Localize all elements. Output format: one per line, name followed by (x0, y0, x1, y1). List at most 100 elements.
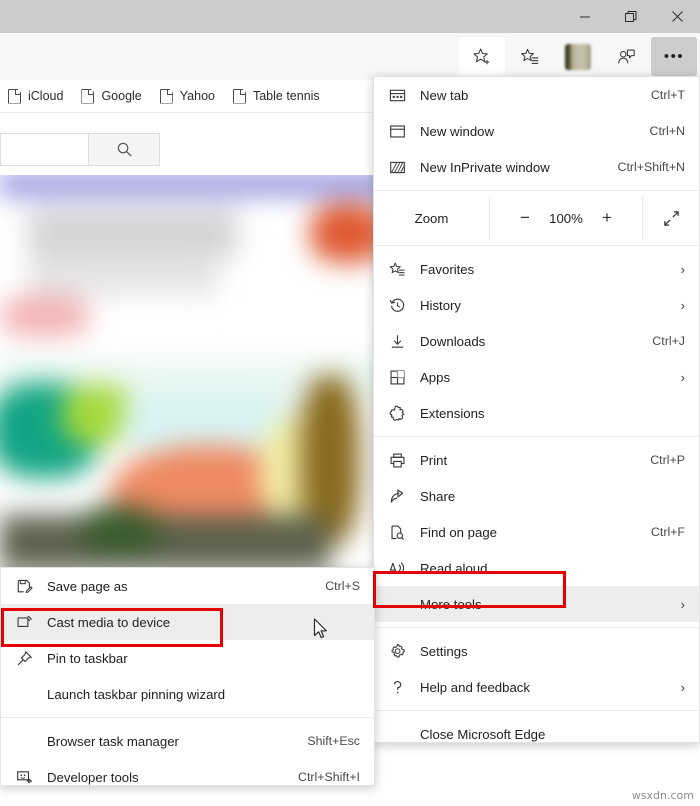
chevron-right-icon: › (680, 261, 685, 277)
bookmark-label: Google (101, 89, 142, 103)
devtools-icon (1, 769, 47, 786)
find-icon (374, 524, 420, 541)
favorite-star-icon[interactable] (459, 37, 505, 76)
bookmark-label: Yahoo (179, 89, 215, 103)
chevron-right-icon: › (680, 679, 685, 695)
bookmark-table-tennis[interactable]: Table tennis (233, 88, 320, 104)
fullscreen-button[interactable] (643, 210, 699, 227)
minimize-button[interactable] (562, 0, 608, 33)
bookmark-label: Table tennis (252, 89, 320, 103)
new-window-icon (374, 123, 420, 140)
share-icon (374, 488, 420, 505)
menu-item-label: Save page as (47, 578, 128, 594)
menu-item-apps[interactable]: Apps › (374, 359, 699, 395)
menu-item-pin-to-taskbar[interactable]: Pin to taskbar (1, 640, 374, 676)
page-icon (8, 88, 21, 104)
menu-separator (374, 710, 699, 711)
menu-item-shortcut: Ctrl+Shift+N (617, 160, 685, 174)
zoom-value: 100% (549, 210, 583, 226)
gear-icon (374, 643, 420, 660)
favorites-icon (374, 261, 420, 278)
menu-separator (374, 627, 699, 628)
extensions-icon (374, 404, 420, 422)
bookmark-icloud[interactable]: iCloud (8, 88, 64, 104)
restore-button[interactable] (608, 0, 654, 33)
zoom-label: Zoom (414, 210, 449, 226)
menu-item-find-on-page[interactable]: Find on page Ctrl+F (374, 514, 699, 550)
fullscreen-icon (663, 210, 679, 226)
downloads-icon (374, 333, 420, 350)
mouse-cursor (313, 618, 331, 642)
zoom-out-button[interactable]: − (506, 208, 544, 228)
menu-item-label: Share (420, 488, 456, 504)
menu-item-help-and-feedback[interactable]: Help and feedback › (374, 669, 699, 705)
avatar-image (565, 43, 591, 70)
menu-item-label: Apps (420, 369, 451, 385)
menu-item-share[interactable]: Share (374, 478, 699, 514)
menu-item-settings[interactable]: Settings (374, 633, 699, 669)
menu-item-read-aloud[interactable]: Read aloud (374, 550, 699, 586)
read-aloud-icon (374, 560, 420, 577)
bookmark-label: iCloud (28, 89, 64, 103)
menu-item-shortcut: Ctrl+J (652, 334, 685, 348)
menu-item-close-microsoft-edge[interactable]: Close Microsoft Edge (374, 716, 699, 752)
page-search-row (0, 130, 375, 168)
menu-separator (374, 436, 699, 437)
search-icon (117, 142, 132, 157)
title-bar (0, 0, 700, 33)
menu-item-new-window[interactable]: New window Ctrl+N (374, 113, 699, 149)
print-icon (374, 452, 420, 469)
close-button[interactable] (654, 0, 700, 33)
menu-item-more-tools[interactable]: More tools › (374, 586, 699, 622)
menu-item-new-tab[interactable]: New tab Ctrl+T (374, 77, 699, 113)
profile-avatar[interactable] (555, 37, 601, 76)
menu-item-new-inprivate-window[interactable]: New InPrivate window Ctrl+Shift+N (374, 149, 699, 185)
menu-item-label: Close Microsoft Edge (420, 726, 546, 742)
collections-icon[interactable] (603, 37, 649, 76)
menu-item-label: New window (420, 123, 495, 139)
page-icon (160, 88, 173, 104)
menu-item-label: Help and feedback (420, 679, 530, 695)
menu-item-favorites[interactable]: Favorites › (374, 251, 699, 287)
menu-item-print[interactable]: Print Ctrl+P (374, 442, 699, 478)
menu-separator (1, 717, 374, 718)
search-input[interactable] (0, 132, 88, 166)
zoom-controls: − 100% + (490, 196, 642, 240)
favorites-list-icon[interactable] (507, 37, 553, 76)
blur-canvas (0, 175, 380, 625)
menu-item-save-page-as[interactable]: Save page as Ctrl+S (1, 568, 374, 604)
menu-item-label: Read aloud (420, 560, 488, 576)
menu-item-extensions[interactable]: Extensions (374, 395, 699, 431)
cast-icon (1, 614, 47, 631)
menu-item-shortcut: Ctrl+P (650, 453, 685, 467)
menu-separator (374, 245, 699, 246)
menu-item-zoom: Zoom − 100% + (374, 196, 699, 240)
menu-item-downloads[interactable]: Downloads Ctrl+J (374, 323, 699, 359)
menu-item-label: Find on page (420, 524, 497, 540)
menu-item-browser-task-manager[interactable]: Browser task manager Shift+Esc (1, 723, 374, 759)
chevron-right-icon: › (680, 369, 685, 385)
watermark: wsxdn.com (631, 789, 694, 802)
menu-item-label: History (420, 297, 462, 313)
menu-item-shortcut: Ctrl+N (649, 124, 685, 138)
menu-item-history[interactable]: History › (374, 287, 699, 323)
menu-item-label: Favorites (420, 261, 475, 277)
zoom-in-button[interactable]: + (588, 208, 626, 228)
chevron-right-icon: › (680, 297, 685, 313)
menu-item-shortcut: Ctrl+Shift+I (298, 770, 360, 784)
menu-item-label: Pin to taskbar (47, 650, 128, 666)
settings-and-more-icon[interactable]: ••• (651, 37, 697, 76)
page-icon (81, 88, 95, 104)
question-icon (374, 679, 420, 696)
history-icon (374, 297, 420, 314)
menu-item-label: More tools (420, 596, 482, 612)
menu-item-label: New InPrivate window (420, 159, 550, 175)
bookmark-yahoo[interactable]: Yahoo (160, 88, 215, 104)
browser-window: ••• iCloud Google Yahoo Table tennis New… (0, 0, 700, 806)
bookmark-google[interactable]: Google (81, 88, 142, 104)
toolbar-actions: ••• (458, 33, 698, 80)
menu-item-developer-tools[interactable]: Developer tools Ctrl+Shift+I (1, 759, 374, 795)
search-button[interactable] (88, 132, 160, 166)
menu-item-launch-taskbar-pinning-wizard[interactable]: Launch taskbar pinning wizard (1, 676, 374, 712)
menu-item-label: Cast media to device (47, 614, 171, 630)
